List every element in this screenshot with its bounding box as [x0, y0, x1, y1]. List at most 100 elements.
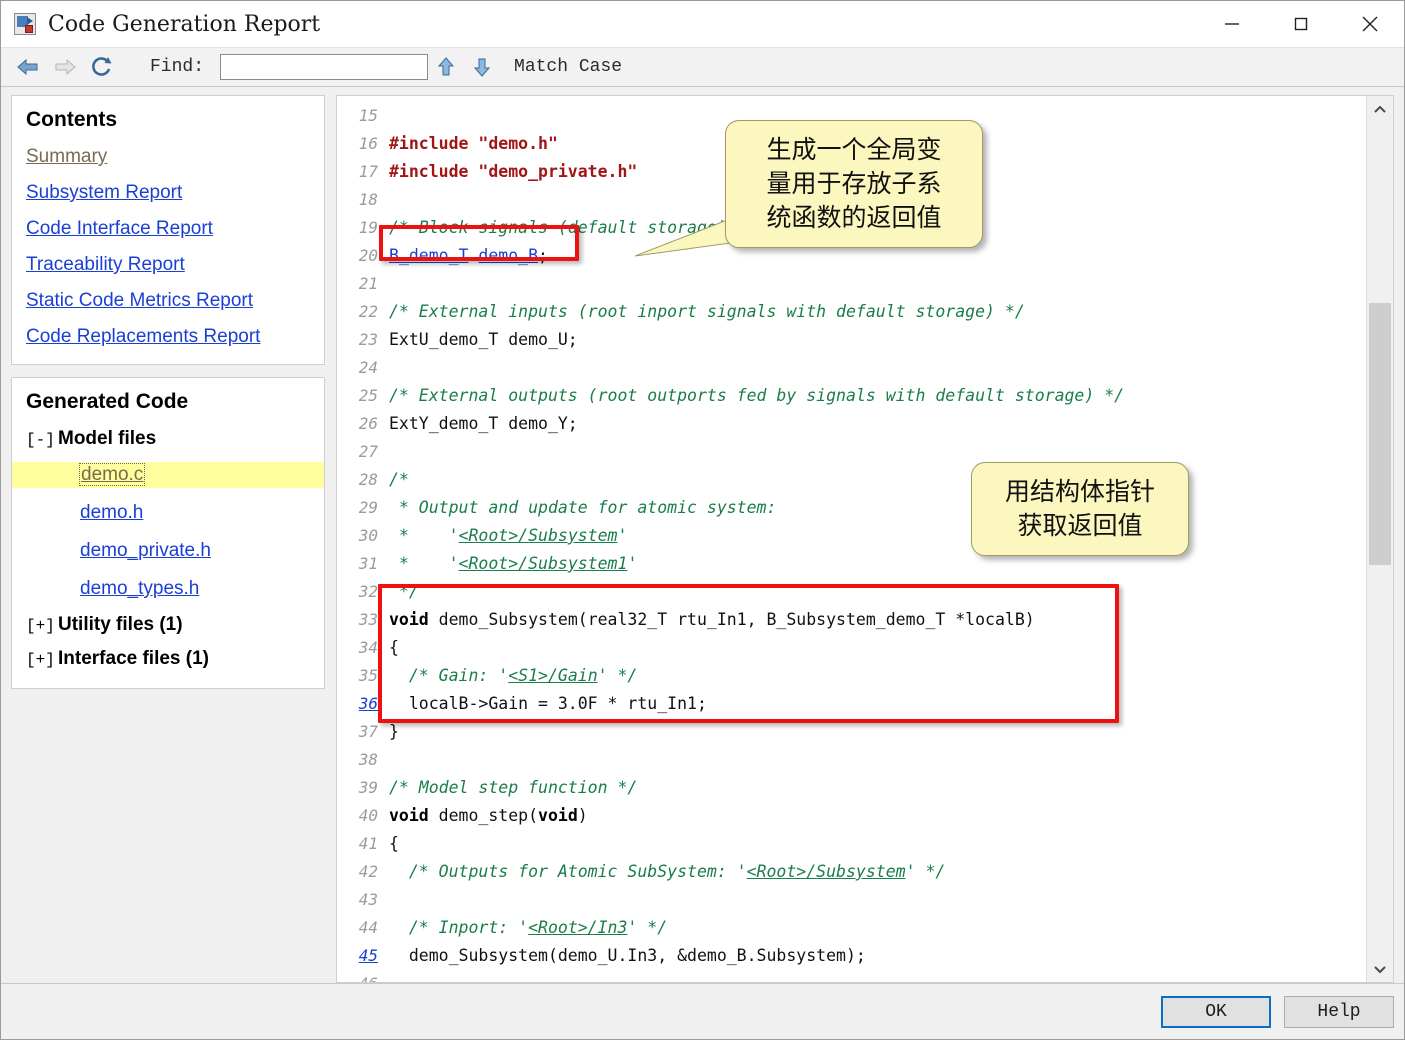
code-link[interactable]: <S1>/Gain — [508, 666, 597, 685]
expand-toggle-icon[interactable]: [+] — [26, 617, 58, 635]
code-line: 26 ExtY_demo_T demo_Y; — [337, 410, 1366, 438]
model-file-list: demo.c demo.h demo_private.h demo_types.h — [12, 462, 324, 602]
report-icon — [14, 13, 36, 35]
search-input[interactable] — [220, 54, 429, 80]
line-number: 41 — [358, 834, 378, 853]
code-line: 38 — [337, 746, 1366, 774]
model-file-item[interactable]: demo.h — [26, 500, 310, 526]
code-link[interactable]: <Root>/Subsystem — [747, 862, 906, 881]
code-scroll-area[interactable]: 15 16 #include "demo.h" 17 #include "demo_pr… — [337, 96, 1366, 982]
line-number: 34 — [358, 638, 378, 657]
code-token: /* — [389, 470, 409, 489]
scroll-up-icon[interactable] — [1367, 96, 1393, 123]
code-text: * '<Root>/Subsystem1' — [389, 550, 637, 578]
code-line: 35 /* Gain: '<S1>/Gain' */ — [337, 662, 1366, 690]
match-case-label[interactable]: Match Case — [514, 57, 622, 77]
code-text: /* Model step function */ — [389, 774, 637, 802]
code-link[interactable]: <Root>/Subsystem — [459, 526, 618, 545]
code-token: ExtY_demo_T demo_Y; — [389, 414, 578, 433]
maximize-icon[interactable] — [1266, 1, 1335, 47]
code-token: ) — [577, 806, 588, 825]
line-number: 38 — [358, 750, 378, 769]
code-line: 33 void demo_Subsystem(real32_T rtu_In1, … — [337, 606, 1366, 634]
code-line: 21 — [337, 270, 1366, 298]
up-arrow-icon[interactable] — [428, 52, 464, 82]
line-number: 42 — [358, 862, 378, 881]
contents-link-list: Summary Subsystem Report Code Interface Re… — [26, 146, 310, 348]
tree-group-label: Utility files (1) — [58, 614, 183, 635]
code-token: void — [538, 806, 578, 825]
code-line: 23 ExtU_demo_T demo_U; — [337, 326, 1366, 354]
code-token: * Output and update for atomic system: — [389, 498, 777, 517]
line-number: 32 — [358, 582, 378, 601]
forward-arrow-icon — [48, 52, 82, 82]
code-text: /* Gain: '<S1>/Gain' */ — [389, 662, 638, 690]
vertical-scrollbar[interactable] — [1366, 96, 1393, 982]
down-arrow-icon[interactable] — [464, 52, 500, 82]
code-token: * ' — [389, 526, 459, 545]
model-file-link[interactable]: demo_types.h — [80, 578, 199, 599]
code-token: */ — [389, 582, 419, 601]
code-line: 29 * Output and update for atomic system… — [337, 494, 1366, 522]
code-link[interactable]: B_demo_T — [389, 246, 468, 265]
model-file-link[interactable]: demo_private.h — [80, 540, 211, 561]
line-number: 24 — [358, 358, 378, 377]
close-icon[interactable] — [1335, 1, 1404, 47]
collapse-toggle-icon[interactable]: [-] — [26, 431, 58, 449]
code-line: 28 /* — [337, 466, 1366, 494]
contents-link[interactable]: Traceability Report — [26, 254, 310, 276]
code-link[interactable]: demo_B — [478, 246, 538, 265]
refresh-icon[interactable] — [85, 52, 119, 82]
tree-group-label: Model files — [58, 428, 157, 449]
code-link[interactable]: <Root>/Subsystem1 — [459, 554, 628, 573]
line-number: 22 — [358, 302, 378, 321]
contents-link[interactable]: Code Replacements Report — [26, 326, 310, 348]
code-line: 41 { — [337, 830, 1366, 858]
contents-link[interactable]: Subsystem Report — [26, 182, 310, 204]
code-text: * '<Root>/Subsystem' — [389, 522, 628, 550]
scroll-down-icon[interactable] — [1367, 955, 1393, 982]
model-file-item[interactable]: demo_private.h — [26, 538, 310, 564]
code-text: /* External inputs (root inport signals … — [389, 298, 1025, 326]
line-number[interactable]: 36 — [337, 690, 389, 718]
minimize-icon[interactable] — [1197, 1, 1266, 47]
model-file-link[interactable]: demo.h — [80, 502, 143, 523]
model-file-item[interactable]: demo.c — [12, 462, 324, 488]
code-token: /* Block signals (default storage) */ — [389, 218, 757, 237]
tree-group-model-files[interactable]: [-] Model files — [26, 428, 310, 450]
help-button[interactable]: Help — [1284, 995, 1394, 1028]
code-line: 45 demo_Subsystem(demo_U.In3, &demo_B.Su… — [337, 942, 1366, 970]
code-link[interactable]: <Root>/In3 — [528, 918, 627, 937]
model-file-link[interactable]: demo.c — [78, 463, 146, 486]
contents-link[interactable]: Summary — [26, 146, 310, 168]
code-token: "demo_private.h" — [478, 162, 638, 181]
model-file-item[interactable]: demo_types.h — [26, 576, 310, 602]
ok-button[interactable]: OK — [1161, 995, 1271, 1028]
contents-link[interactable]: Static Code Metrics Report — [26, 290, 310, 312]
line-number[interactable]: 45 — [337, 942, 389, 970]
scrollbar-thumb[interactable] — [1369, 303, 1391, 565]
expand-toggle-icon[interactable]: [+] — [26, 651, 58, 669]
scrollbar-track[interactable] — [1367, 123, 1393, 955]
tree-group-interface-files[interactable]: [+] Interface files (1) — [26, 648, 310, 670]
code-line: 46 — [337, 970, 1366, 982]
back-arrow-icon[interactable] — [11, 52, 45, 82]
code-text: { — [389, 634, 399, 662]
line-number: 29 — [358, 498, 378, 517]
code-token: void — [389, 806, 429, 825]
code-token: /* Gain: ' — [389, 666, 509, 685]
code-token: ; — [538, 246, 548, 265]
code-token: ' */ — [597, 666, 638, 685]
code-text: */ — [389, 578, 419, 606]
line-number: 40 — [358, 806, 378, 825]
tree-group-utility-files[interactable]: [+] Utility files (1) — [26, 614, 310, 636]
code-line: 25 /* External outputs (root outports fed… — [337, 382, 1366, 410]
code-text: void demo_step(void) — [389, 802, 588, 830]
code-text: * Output and update for atomic system: — [389, 494, 777, 522]
contents-link[interactable]: Code Interface Report — [26, 218, 310, 240]
line-number: 31 — [358, 554, 378, 573]
line-number: 33 — [358, 610, 378, 629]
code-token: void — [389, 610, 429, 629]
line-number: 19 — [358, 218, 378, 237]
